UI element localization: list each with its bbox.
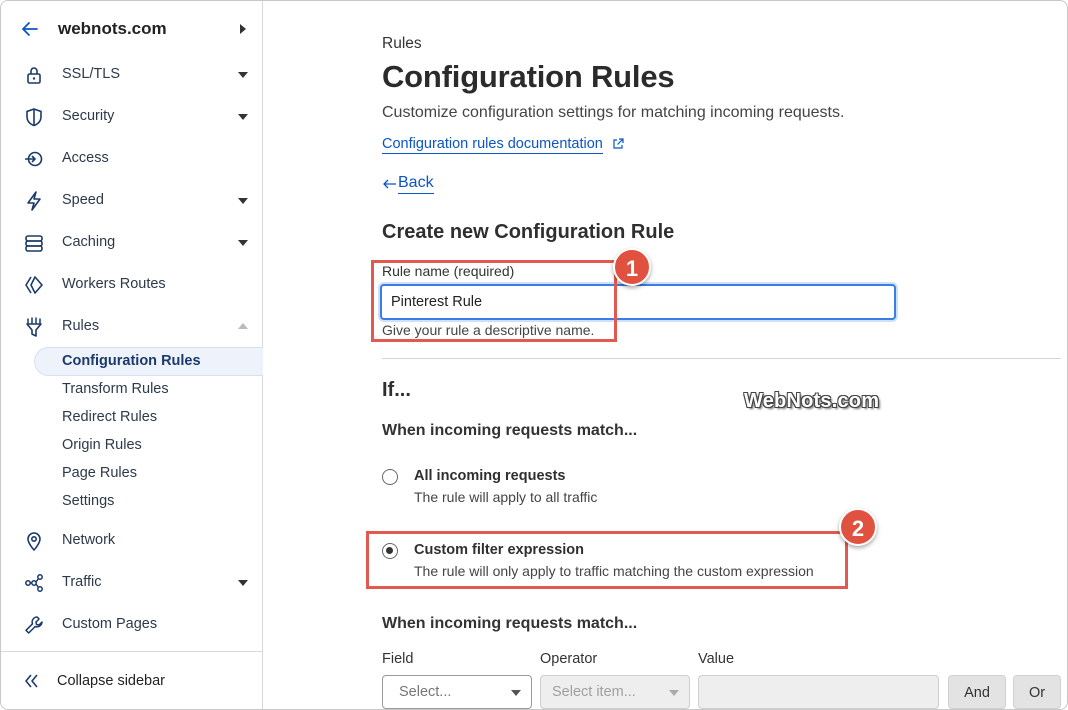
lock-icon <box>27 67 41 84</box>
chevron-up-icon <box>238 323 248 329</box>
sidebar-item-label: Rules <box>62 318 100 334</box>
sidebar-subitem-transform-rules[interactable]: Transform Rules <box>62 381 169 397</box>
sidebar-item-caching[interactable]: Caching <box>1 222 262 262</box>
sidebar-item-label: Traffic <box>62 574 102 590</box>
documentation-link[interactable]: Configuration rules documentation <box>382 136 603 154</box>
sidebar-subitem-origin-rules[interactable]: Origin Rules <box>62 437 142 453</box>
form-title: Create new Configuration Rule <box>382 221 675 243</box>
section-divider <box>382 358 1061 359</box>
external-link-icon[interactable] <box>612 138 624 150</box>
callout-box-custom-filter <box>366 531 848 589</box>
sidebar-item-custom-pages[interactable]: Custom Pages <box>1 604 262 644</box>
chevron-down-icon <box>238 198 248 204</box>
callout-badge-1: 1 <box>613 248 651 286</box>
option-subtitle-all-requests: The rule will apply to all traffic <box>414 489 598 505</box>
value-input[interactable] <box>698 675 939 709</box>
sidebar-item-rules[interactable]: Rules <box>1 306 262 346</box>
wrench-icon <box>25 616 43 634</box>
app-window: webnots.com SSL/TLS Security Access Spee… <box>0 0 1068 710</box>
operator-select-placeholder: Select item... <box>552 684 636 700</box>
sidebar-item-label: Workers Routes <box>62 276 166 292</box>
sidebar-subitem-page-rules[interactable]: Page Rules <box>62 465 137 481</box>
chevron-down-icon <box>238 240 248 246</box>
sidebar-item-label: SSL/TLS <box>62 66 121 82</box>
callout-box-rule-name <box>371 260 617 342</box>
sidebar-item-label: Caching <box>62 234 116 250</box>
back-arrow-icon[interactable] <box>19 18 41 40</box>
funnel-icon <box>26 317 42 337</box>
chevron-right-icon[interactable] <box>240 24 246 34</box>
sidebar: webnots.com SSL/TLS Security Access Spee… <box>1 1 263 709</box>
chevron-down-icon <box>238 580 248 586</box>
sidebar-subitem-configuration-rules[interactable]: Configuration Rules <box>62 353 201 369</box>
expression-heading: When incoming requests match... <box>382 615 638 632</box>
sidebar-item-workers-routes[interactable]: Workers Routes <box>1 264 262 304</box>
sidebar-item-label: Network <box>62 532 116 548</box>
sidebar-subitem-redirect-rules[interactable]: Redirect Rules <box>62 409 157 425</box>
value-column-label: Value <box>698 651 735 667</box>
page-title: Configuration Rules <box>382 59 675 94</box>
match-heading: When incoming requests match... <box>382 422 638 439</box>
chevron-down-icon <box>238 72 248 78</box>
callout-badge-2: 2 <box>839 508 877 546</box>
or-button[interactable]: Or <box>1013 675 1061 709</box>
collapse-sidebar-button[interactable]: Collapse sidebar <box>1 651 262 709</box>
field-column-label: Field <box>382 651 414 667</box>
if-heading: If... <box>382 379 411 401</box>
main-content: Rules Configuration Rules Customize conf… <box>263 1 1067 709</box>
sidebar-item-label: Security <box>62 108 115 124</box>
and-button[interactable]: And <box>948 675 1006 709</box>
sidebar-item-ssl-tls[interactable]: SSL/TLS <box>1 54 262 94</box>
back-arrow-icon[interactable] <box>382 176 398 192</box>
field-select-placeholder: Select... <box>399 684 452 700</box>
breadcrumb: Rules <box>382 35 422 52</box>
chevron-down-icon <box>511 690 521 696</box>
sidebar-item-label: Custom Pages <box>62 616 158 632</box>
site-selector[interactable]: webnots.com <box>1 1 262 57</box>
back-link[interactable]: Back <box>398 174 434 194</box>
double-chevron-left-icon <box>25 674 38 688</box>
traffic-nodes-icon <box>25 574 43 592</box>
field-select[interactable]: Select... <box>382 675 532 709</box>
chevron-down-icon <box>238 114 248 120</box>
location-pin-icon <box>27 532 41 552</box>
operator-column-label: Operator <box>540 651 598 667</box>
chevron-down-icon <box>669 690 679 696</box>
sidebar-item-security[interactable]: Security <box>1 96 262 136</box>
sidebar-item-label: Speed <box>62 192 104 208</box>
sidebar-item-traffic[interactable]: Traffic <box>1 562 262 602</box>
shield-icon <box>26 108 42 127</box>
site-name: webnots.com <box>58 19 167 38</box>
access-icon <box>25 151 43 167</box>
sidebar-item-network[interactable]: Network <box>1 520 262 560</box>
sidebar-subitem-settings[interactable]: Settings <box>62 493 114 509</box>
sidebar-item-label: Access <box>62 150 109 166</box>
radio-all-incoming-requests[interactable] <box>382 469 398 485</box>
workers-icon <box>25 276 43 294</box>
page-description: Customize configuration settings for mat… <box>382 104 845 121</box>
sidebar-item-speed[interactable]: Speed <box>1 180 262 220</box>
collapse-sidebar-label: Collapse sidebar <box>57 673 166 689</box>
sidebar-item-access[interactable]: Access <box>1 138 262 178</box>
watermark: WebNots.com <box>744 390 880 412</box>
option-title-all-requests: All incoming requests <box>414 468 566 484</box>
operator-select[interactable]: Select item... <box>540 675 690 709</box>
lightning-icon <box>27 191 41 211</box>
server-stack-icon <box>25 235 43 252</box>
